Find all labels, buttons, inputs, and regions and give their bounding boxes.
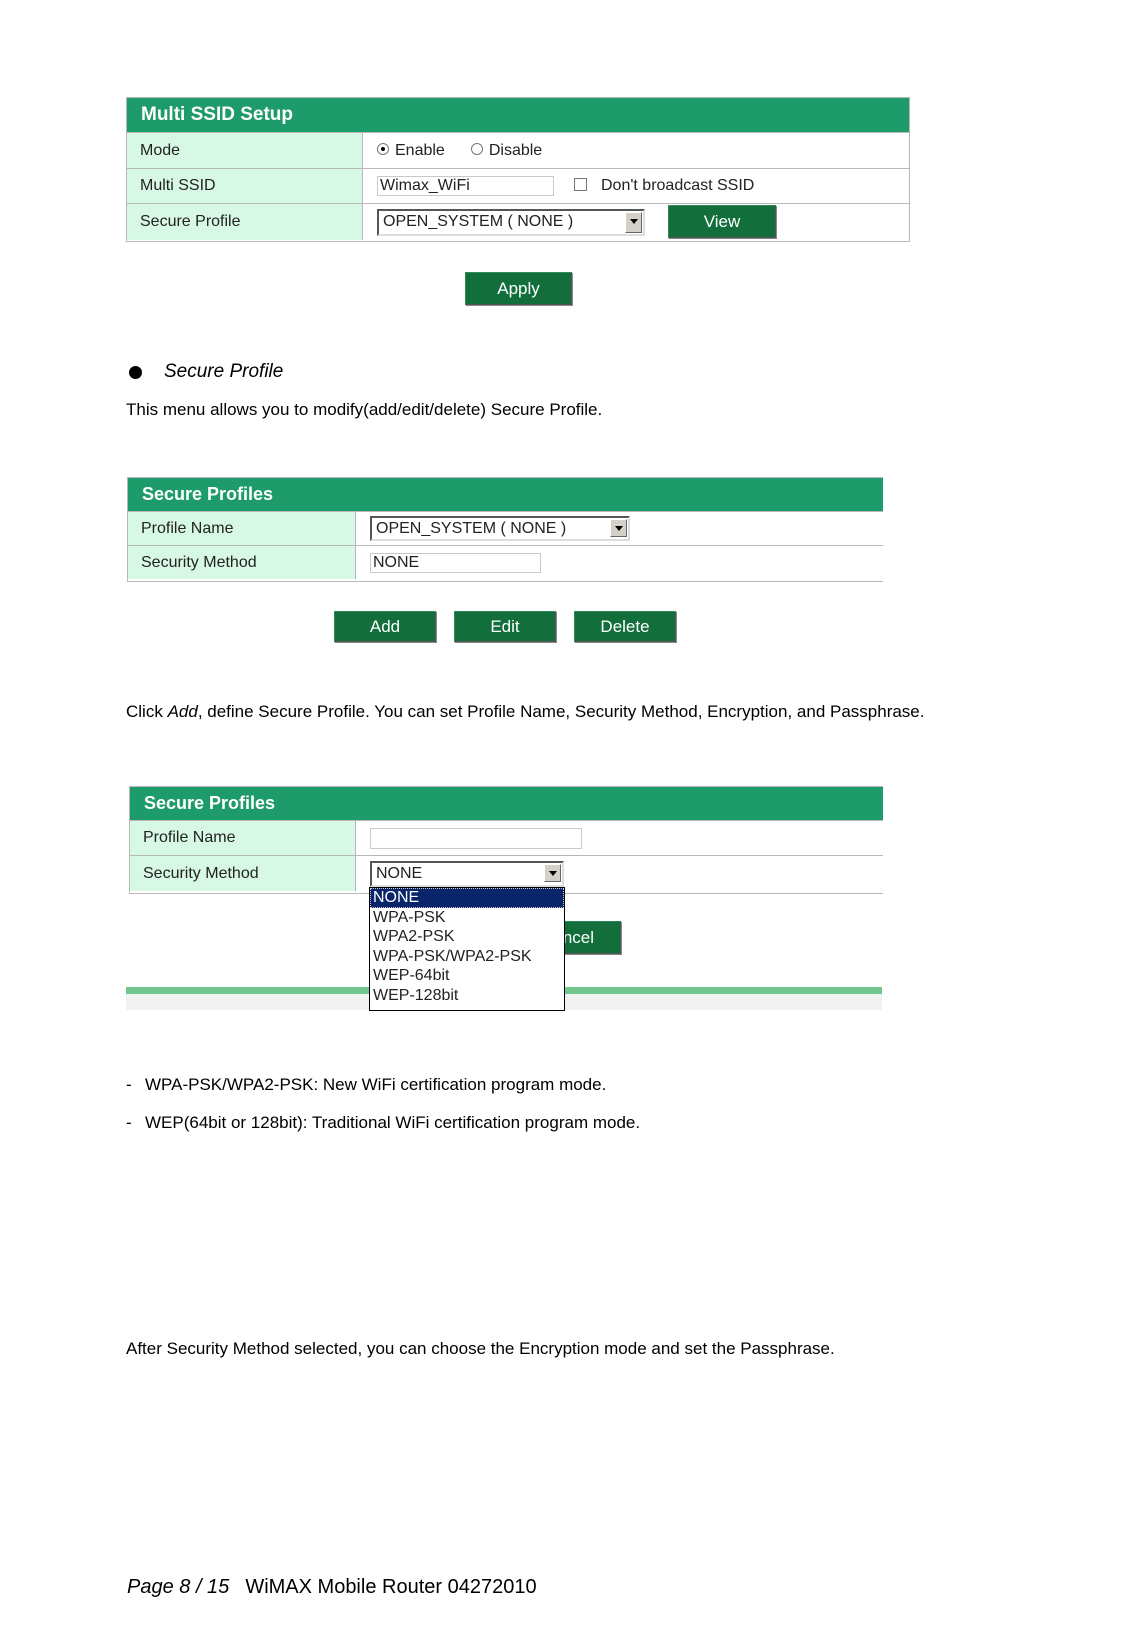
secure-profile-label: Secure Profile xyxy=(127,204,363,240)
add-profile-panel: Secure Profiles Profile Name Security Me… xyxy=(129,786,883,894)
multi-ssid-label: Multi SSID xyxy=(127,169,363,203)
delete-button[interactable]: Delete xyxy=(574,611,676,642)
secure-profile-row: Secure Profile OPEN_SYSTEM ( NONE ) xyxy=(127,204,909,240)
note-item: - WPA-PSK/WPA2-PSK: New WiFi certificatio… xyxy=(126,1075,607,1094)
panel-title: Secure Profiles xyxy=(130,787,883,821)
security-method-row: Security Method NONE xyxy=(128,546,883,579)
profile-name-row: Profile Name xyxy=(130,821,883,856)
page-number: Page 8 / 15 xyxy=(127,1576,230,1598)
disable-radio-label: Disable xyxy=(488,141,543,159)
security-method-dropdown[interactable]: NONE WPA-PSK WPA2-PSK WPA-PSK/WPA2-PSK W… xyxy=(369,887,565,1011)
profile-name-row: Profile Name OPEN_SYSTEM ( NONE ) xyxy=(128,512,883,546)
secure-profiles-panel: Secure Profiles Profile Name OPEN_SYSTEM… xyxy=(127,477,883,582)
dropdown-option[interactable]: WEP-128bit xyxy=(370,986,564,1006)
dropdown-option[interactable]: WPA-PSK/WPA2-PSK xyxy=(370,947,564,967)
chevron-down-icon xyxy=(625,211,642,233)
dropdown-option[interactable]: WPA2-PSK xyxy=(370,927,564,947)
multi-ssid-row: Multi SSID Wimax_WiFi Don't broadcast SS… xyxy=(127,169,909,204)
chevron-down-icon xyxy=(544,863,561,882)
security-method-row: Security Method NONE xyxy=(130,856,883,891)
secure-profile-selected: OPEN_SYSTEM ( NONE ) xyxy=(383,213,574,230)
enable-radio[interactable] xyxy=(377,142,389,155)
after-paragraph: After Security Method selected, you can … xyxy=(126,1339,835,1358)
bullet-icon xyxy=(129,366,142,379)
mode-label: Mode xyxy=(127,133,363,168)
doc-title: WiMAX Mobile Router 04272010 xyxy=(245,1576,537,1598)
page-footer: Page 8 / 15 WiMAX Mobile Router 04272010 xyxy=(127,1576,537,1599)
panel-title: Multi SSID Setup xyxy=(127,98,909,133)
security-method-selected: NONE xyxy=(376,864,423,882)
security-method-label: Security Method xyxy=(130,856,356,891)
add-button[interactable]: Add xyxy=(334,611,436,642)
section-title: Secure Profile xyxy=(164,361,284,382)
multi-ssid-panel: Multi SSID Setup Mode Enable Disable Mul… xyxy=(126,97,910,242)
dash-icon: - xyxy=(126,1113,132,1132)
disable-radio[interactable] xyxy=(470,142,483,155)
edit-button[interactable]: Edit xyxy=(454,611,556,642)
profile-name-select[interactable]: OPEN_SYSTEM ( NONE ) xyxy=(370,516,630,541)
dash-icon: - xyxy=(126,1075,132,1094)
secure-profile-select[interactable]: OPEN_SYSTEM ( NONE ) xyxy=(377,208,645,236)
security-method-label: Security Method xyxy=(128,546,356,579)
security-method-select[interactable]: NONE xyxy=(370,860,564,887)
note-item: - WEP(64bit or 128bit): Traditional WiFi … xyxy=(126,1113,641,1132)
dont-broadcast-label: Don't broadcast SSID xyxy=(601,177,755,194)
dropdown-option[interactable]: WPA-PSK xyxy=(370,908,564,928)
profile-name-input[interactable] xyxy=(370,827,582,849)
dropdown-option[interactable]: WEP-64bit xyxy=(370,966,564,986)
chevron-down-icon xyxy=(610,519,627,537)
profile-name-label: Profile Name xyxy=(128,512,356,545)
dropdown-option[interactable]: NONE xyxy=(370,888,564,908)
add-emphasis: Add xyxy=(167,702,198,721)
panel-title: Secure Profiles xyxy=(128,478,883,512)
mode-row: Mode Enable Disable xyxy=(127,133,909,169)
click-add-paragraph: Click Add, define Secure Profile. You ca… xyxy=(126,702,925,721)
apply-button[interactable]: Apply xyxy=(465,272,572,305)
dont-broadcast-checkbox[interactable] xyxy=(574,177,587,191)
view-button[interactable]: View xyxy=(668,205,776,238)
multi-ssid-input[interactable]: Wimax_WiFi xyxy=(377,176,554,196)
profile-name-selected: OPEN_SYSTEM ( NONE ) xyxy=(376,519,567,537)
section-intro: This menu allows you to modify(add/edit/… xyxy=(126,400,603,419)
profile-name-label: Profile Name xyxy=(130,821,356,855)
security-method-value: NONE xyxy=(370,552,541,573)
enable-radio-label: Enable xyxy=(395,141,445,159)
